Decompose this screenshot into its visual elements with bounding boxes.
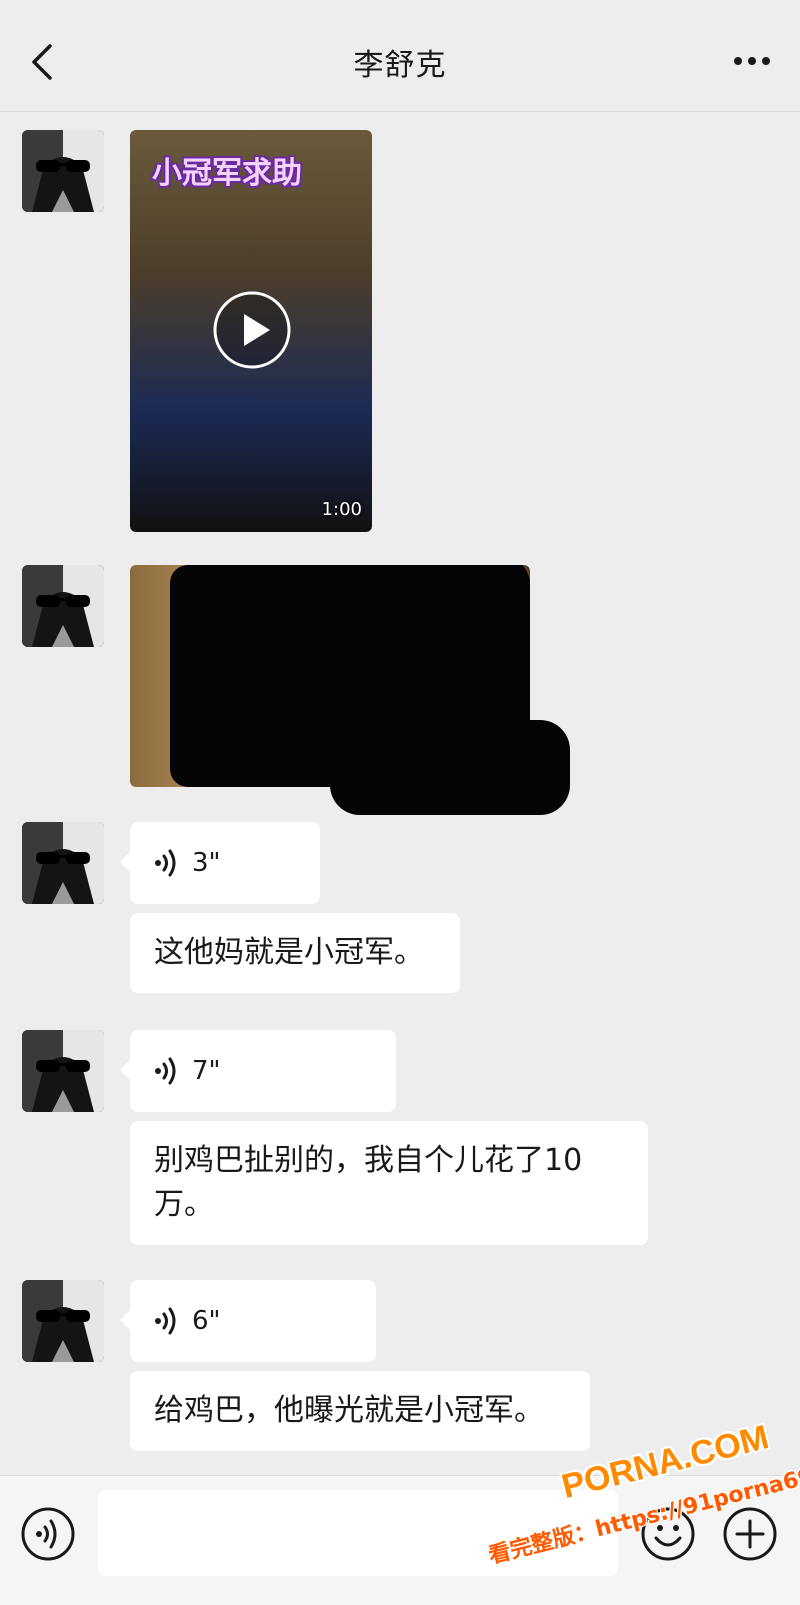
voice-wave-icon (155, 849, 176, 877)
voice-duration: 7" (192, 1056, 221, 1086)
avatar[interactable] (22, 1280, 104, 1362)
message-text: 这他妈就是小冠军。 (154, 935, 424, 970)
video-message[interactable]: 小冠军求助 1:00 (130, 130, 372, 532)
voice-duration: 6" (192, 1306, 221, 1336)
voice-mode-icon[interactable] (20, 1506, 76, 1562)
voice-message[interactable]: 6" (120, 1280, 376, 1362)
video-duration: 1:00 (321, 499, 362, 520)
video-caption: 小冠军求助 (152, 156, 302, 191)
voice-duration: 3" (192, 848, 221, 878)
avatar-sunglasses-icon (22, 1280, 104, 1362)
voice-wave-icon (155, 1057, 176, 1085)
avatar-sunglasses-icon (22, 130, 104, 212)
message-text: 给鸡巴，他曝光就是小冠军。 (154, 1393, 544, 1428)
chat-header: 李舒克 (0, 0, 800, 112)
more-dots-icon[interactable] (732, 48, 772, 74)
text-message[interactable]: 这他妈就是小冠军。 (130, 913, 460, 993)
message-text: 别鸡巴扯别的，我自个儿花了10万。 (154, 1143, 583, 1222)
voice-message[interactable]: 3" (120, 822, 320, 904)
avatar-sunglasses-icon (22, 1030, 104, 1112)
chat-screen: 李舒克 小冠军求助 1:00 3" 这他妈就是小冠军。 7" 别鸡巴扯别的，我自… (0, 0, 800, 1605)
avatar[interactable] (22, 1030, 104, 1112)
avatar-sunglasses-icon (22, 822, 104, 904)
chat-title: 李舒克 (353, 48, 447, 83)
play-icon[interactable] (212, 290, 292, 370)
voice-message[interactable]: 7" (120, 1030, 396, 1112)
redaction-block (360, 565, 530, 615)
redaction-block (330, 720, 570, 815)
text-message[interactable]: 别鸡巴扯别的，我自个儿花了10万。 (130, 1121, 648, 1245)
avatar[interactable] (22, 822, 104, 904)
avatar[interactable] (22, 130, 104, 212)
avatar[interactable] (22, 565, 104, 647)
voice-wave-icon (155, 1307, 176, 1335)
avatar-sunglasses-icon (22, 565, 104, 647)
